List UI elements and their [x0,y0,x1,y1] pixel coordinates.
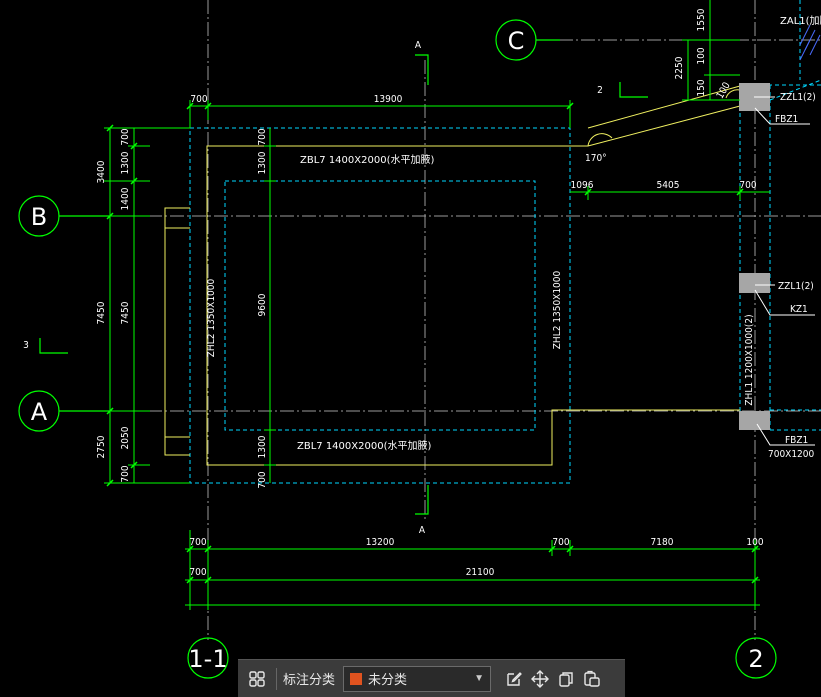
copy-button[interactable] [553,666,579,692]
dimension-lines [104,0,770,610]
dim-text-l-1400: 1400 [120,187,131,210]
label-zhl2-right: ZHL2 1350X1000 [552,270,563,349]
copy-icon [559,671,573,687]
dim-text-l-7450b: 7450 [120,301,131,324]
section-label-bottom: A [419,525,426,536]
edit-button[interactable] [501,666,527,692]
section-mark-2 [619,82,648,98]
label-zbl7-bottom: ZBL7 1400X2000(水平加腋) [297,439,431,452]
angle-arc [587,133,613,147]
dim-text-in-9600: 9600 [257,293,268,316]
beam-a-stub [164,436,190,456]
dim-text-in-1300: 1300 [257,151,268,174]
dim-text-5405: 5405 [657,180,680,191]
beam-b-stub [164,207,190,229]
axis-label-1-1: 1-1 [188,645,227,673]
dim-text-l-2750: 2750 [96,435,107,458]
section-mark-top [415,54,429,85]
inner-dashed-box [224,180,536,431]
paste-icon [584,670,600,687]
dim-text-b1-100: 100 [746,537,763,548]
label-zzl1-top: ZZL1(2) [780,92,816,103]
dim-text-tr-2250: 2250 [674,56,685,79]
dim-text-b2-700: 700 [189,567,206,578]
axis-label-a: A [31,398,48,426]
move-icon [531,669,550,688]
axis-label-2: 2 [748,645,763,673]
label-fbz1-size: 700X1200 [768,449,814,460]
move-button[interactable] [527,666,553,692]
paste-button[interactable] [579,666,605,692]
category-color-swatch [350,672,363,685]
dim-text-top-13900: 13900 [374,94,403,105]
dim-text-in-700: 700 [257,128,268,145]
dim-text-tr-1550: 1550 [696,8,707,31]
toolbar-divider [276,667,277,690]
dim-text-l-7450: 7450 [96,301,107,324]
dim-text-l-700: 700 [120,128,131,145]
grid-icon [249,670,265,687]
dim-ticks [106,102,759,584]
label-zbl7-top: ZBL7 1400X2000(水平加腋) [300,153,434,166]
dim-text-b1-7180: 7180 [651,537,674,548]
label-fbz1-top: FBZ1 [775,114,798,125]
dim-text-tr-100: 100 [696,47,707,64]
leader-lines [754,96,815,446]
section-label-3: 3 [23,340,29,351]
section-mark-bottom [415,485,429,515]
category-select[interactable]: 未分类 ▼ [343,665,492,692]
section-mark-3 [39,338,68,354]
dim-text-in-1300b: 1300 [257,435,268,458]
label-zhl1: ZHL1 1200X1000(2) [744,314,755,405]
annotation-toolbar: 标注分类 未分类 ▼ [238,659,625,697]
label-zzl1-mid: ZZL1(2) [778,281,814,292]
caret-down-icon: ▼ [474,673,485,684]
dim-text-l-1300: 1300 [120,151,131,174]
label-zal1: ZAL1(加腋) [780,14,821,27]
category-label: 标注分类 [283,672,336,687]
dim-text-b2-21100: 21100 [466,567,495,578]
category-select-value: 未分类 [368,672,408,687]
label-zhl2-left: ZHL2 1350X1000 [206,278,217,357]
dim-text-l-700b: 700 [120,465,131,482]
label-kz1: KZ1 [790,304,808,315]
cad-drawing-canvas[interactable]: C B A 1-1 2 A A 2 3 700 13900 1096 5405 … [0,0,821,697]
dim-text-l-3400: 3400 [96,160,107,183]
dim-text-in-700b: 700 [257,471,268,488]
grid-menu-button[interactable] [244,666,270,692]
label-angle-170: 170° [585,153,607,164]
column-fbz1-bottom [739,411,770,430]
axis-label-c: C [508,27,525,55]
hatch-area [799,24,821,61]
beam-lines [164,85,741,466]
edit-icon [507,671,522,686]
dim-text-tr-100b: 100 [715,80,733,101]
label-fbz1-bottom: FBZ1 [785,435,808,446]
axis-label-b: B [31,203,47,231]
section-label-2: 2 [597,85,603,96]
column-kz1 [739,273,770,293]
dim-text-tr-150: 150 [696,79,707,96]
dim-text-b1-13200: 13200 [366,537,395,548]
dim-text-l-2050: 2050 [120,426,131,449]
section-label-top: A [415,40,422,51]
